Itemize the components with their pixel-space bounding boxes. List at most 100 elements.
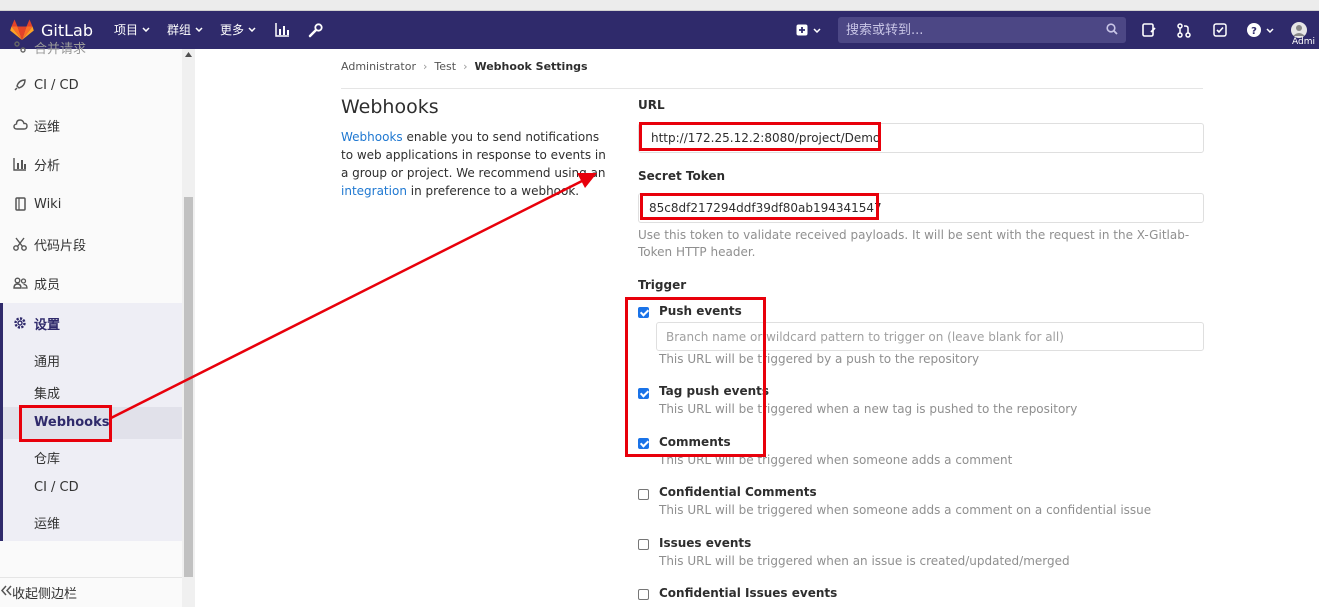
sidebar-item-settings[interactable]: 设置 [0,307,182,339]
sidebar-item-operations[interactable]: 运维 [0,109,182,141]
breadcrumb-item[interactable]: Administrator [341,60,416,73]
merge-request-icon[interactable] [1175,21,1193,39]
merge-request-icon [11,41,29,53]
breadcrumb-item[interactable]: Test [434,60,456,73]
sidebar-item-ci-cd[interactable]: CI / CD [0,69,182,101]
sidebar-item-wiki[interactable]: Wiki [0,188,182,220]
svg-text:?: ? [1251,26,1257,37]
sidebar-sub-repository[interactable]: 仓库 [34,448,60,467]
secret-token-value: 85c8df217294ddf39df80ab194341547 [649,201,882,215]
scissors-icon [11,237,29,251]
confidential-comments-checkbox[interactable] [638,489,649,500]
breadcrumb-separator-icon: › [423,60,428,73]
nav-projects-label: 项目 [114,23,139,37]
issues-events-checkbox[interactable] [638,539,649,550]
comments-checkbox[interactable] [638,438,649,449]
admin-wrench-icon[interactable] [306,21,324,39]
trigger-label: Trigger [638,278,687,292]
webhooks-doc-link[interactable]: Webhooks [341,130,403,144]
collapse-sidebar-label: 收起侧边栏 [12,587,78,602]
search-input[interactable] [846,21,1096,39]
tag-push-events-label[interactable]: Tag push events [659,384,769,398]
push-events-checkbox[interactable] [638,307,649,318]
sidebar-item-label: 分析 [34,158,61,174]
annotation-box-triggers [625,297,766,457]
comments-help: This URL will be triggered when someone … [659,453,1013,467]
url-label: URL [638,98,665,112]
chevron-down-icon [142,27,150,32]
activity-chart-icon[interactable] [273,21,291,39]
help-question-icon: ? [1246,23,1261,37]
tag-push-events-checkbox[interactable] [638,388,649,399]
tag-push-events-help: This URL will be triggered when a new ta… [659,402,1078,416]
gear-icon [11,316,29,330]
todo-issues-icon[interactable] [1140,21,1158,39]
chart-icon [11,157,29,171]
url-value: http://172.25.12.2:8080/project/Demo [651,131,881,145]
sidebar-item-label: 运维 [34,119,61,135]
chevron-down-icon [1265,27,1274,33]
confidential-comments-help: This URL will be triggered when someone … [659,503,1152,517]
branch-filter-input[interactable] [656,322,1204,351]
chevron-down-icon [812,27,821,33]
sidebar-scrollbar-thumb[interactable] [184,197,193,577]
nav-more[interactable]: 更多 [220,21,256,38]
cloud-icon [11,119,29,131]
help-dropdown[interactable]: ? [1245,21,1275,39]
new-plus-dropdown[interactable] [792,21,824,39]
issues-events-label[interactable]: Issues events [659,536,751,550]
push-events-label[interactable]: Push events [659,304,742,318]
integration-link[interactable]: integration [341,184,407,198]
rocket-icon [11,78,29,92]
users-icon [11,277,29,289]
chevron-down-icon [248,27,256,32]
search-box[interactable] [838,17,1126,43]
sidebar-sub-webhooks[interactable]: Webhooks [34,415,110,430]
chevron-down-icon [195,27,203,32]
sidebar-item-members[interactable]: 成员 [0,267,182,299]
sidebar-item-label: 设置 [34,317,61,333]
sidebar-item-analytics[interactable]: 分析 [0,148,182,180]
sidebar-item-snippets[interactable]: 代码片段 [0,228,182,260]
book-icon [11,197,29,211]
top-navbar: GitLab 项目 群组 更多 ? Admi [0,11,1319,49]
sidebar-item-label: Wiki [34,196,62,212]
sidebar-item-label: CI / CD [34,77,79,93]
nav-projects[interactable]: 项目 [114,21,150,38]
nav-groups[interactable]: 群组 [167,21,203,38]
scroll-up-arrow-icon[interactable] [185,52,192,57]
sidebar-item-label: 合并请求 [34,41,87,57]
url-field[interactable]: http://172.25.12.2:8080/project/Demo [638,123,1204,153]
token-help-text: Use this token to validate received payl… [638,228,1190,259]
page-title: Webhooks [341,96,439,118]
todos-check-icon[interactable] [1211,21,1229,39]
breadcrumb-divider [341,88,1203,89]
sidebar-item-label: 代码片段 [34,238,87,254]
double-chevron-left-icon [0,585,12,600]
collapse-sidebar-button[interactable]: 收起侧边栏 [0,577,182,607]
webhooks-description: Webhooks enable you to send notification… [341,128,606,200]
sidebar-sub-operations[interactable]: 运维 [34,513,60,532]
sidebar-sub-ci-cd[interactable]: CI / CD [34,480,79,495]
breadcrumb-separator-icon: › [463,60,468,73]
confidential-issues-events-label[interactable]: Confidential Issues events [659,586,837,600]
confidential-issues-events-checkbox[interactable] [638,589,649,600]
sidebar-item-label: 成员 [34,277,61,293]
push-events-help: This URL will be triggered by a push to … [659,352,980,366]
description-text: in preference to a webhook. [406,184,580,198]
plus-square-icon [796,24,807,36]
secret-token-field[interactable]: 85c8df217294ddf39df80ab194341547 [638,193,1204,223]
breadcrumb: Administrator › Test › Webhook Settings [341,60,588,73]
sidebar-sub-general[interactable]: 通用 [34,351,60,370]
nav-more-label: 更多 [220,23,245,37]
breadcrumb-current[interactable]: Webhook Settings [474,60,587,73]
issues-events-help: This URL will be triggered when an issue… [659,554,1070,568]
search-icon [1106,23,1118,35]
window-top-strip [0,0,1319,11]
sidebar-item-merge-requests[interactable]: 合并请求 [0,37,182,57]
sidebar-sub-integrations[interactable]: 集成 [34,383,60,402]
nav-groups-label: 群组 [167,23,192,37]
confidential-comments-label[interactable]: Confidential Comments [659,485,817,499]
avatar-label: Admi [1292,37,1315,47]
comments-label[interactable]: Comments [659,435,731,449]
